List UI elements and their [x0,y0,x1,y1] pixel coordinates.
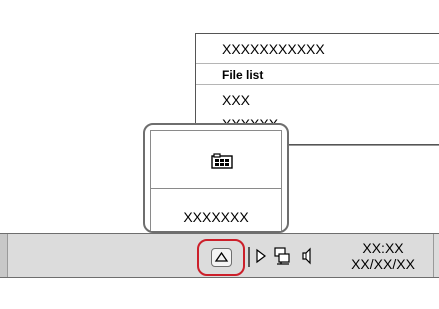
network-icon[interactable] [272,246,292,266]
clock-date[interactable]: XX/XX/XX [338,256,428,272]
taskbar-left-edge [0,234,8,277]
tray-popup-panel: XXXXXXX [150,130,282,231]
filmstrip-icon[interactable] [211,153,233,169]
tray-popup-label: XXXXXXX [183,209,249,225]
screen: XXXXXXXXXXX File list XXX XXXXXX XXXXXXX [0,0,439,309]
menu-item-1[interactable]: XXXXXXXXXXX [196,38,439,60]
taskbar-right-edge [433,234,439,277]
taskbar: XX:XX XX/XX/XX [0,233,439,278]
tray-popup: XXXXXXX [143,123,289,233]
menu-item-file-list[interactable]: File list [196,63,439,85]
chevron-up-icon [214,251,229,262]
clock-time[interactable]: XX:XX [338,240,428,256]
speaker-icon[interactable] [300,247,316,265]
divider [151,188,281,189]
menu-item-3[interactable]: XXX [196,89,439,111]
pen-icon[interactable] [255,248,267,264]
show-hidden-icons-button[interactable] [211,248,232,267]
separator [248,247,250,267]
